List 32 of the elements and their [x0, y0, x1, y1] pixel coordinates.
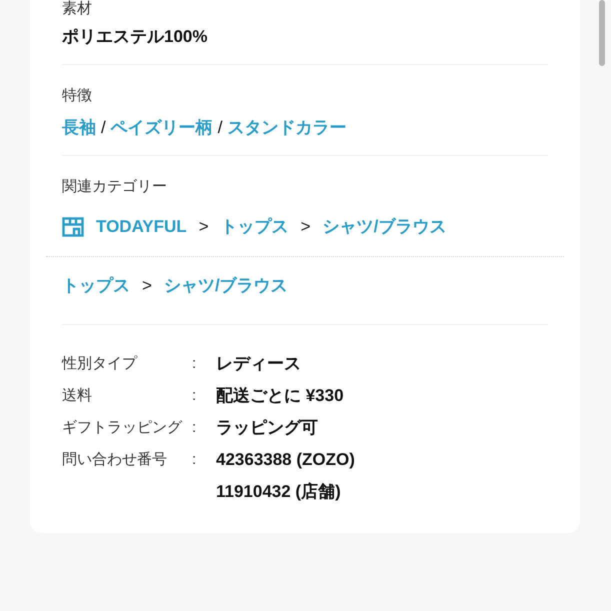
feature-link[interactable]: スタンドカラー: [227, 115, 346, 140]
category-link[interactable]: トップス: [220, 214, 289, 240]
category-link[interactable]: シャツ/ブラウス: [164, 272, 288, 298]
material-value: ポリエステル100%: [62, 26, 208, 48]
feature-link[interactable]: 長袖: [62, 115, 96, 140]
section-label: 素材: [62, 0, 93, 18]
spec-colon: :: [192, 354, 198, 374]
feature-separator: /: [101, 117, 106, 139]
feature-link[interactable]: ペイズリー柄: [110, 115, 213, 140]
breadcrumb-separator: >: [142, 274, 152, 296]
spec-colon: :: [192, 418, 198, 438]
spec-label: ギフトラッピング: [62, 418, 184, 438]
scrollbar-thumb[interactable]: [599, 0, 605, 66]
spec-label: 問い合わせ番号: [62, 450, 168, 470]
spec-value: 11910432 (店舗): [216, 481, 342, 503]
feature-separator: /: [218, 117, 222, 139]
spec-colon: :: [192, 386, 198, 406]
spec-value: 配送ごとに ¥330: [216, 385, 344, 407]
spec-value: レディース: [216, 353, 301, 375]
spec-value: 42363388 (ZOZO): [216, 449, 355, 471]
category-link[interactable]: TODAYFUL: [96, 214, 187, 240]
spec-label: 性別タイプ: [62, 354, 138, 374]
storefront-icon: [62, 216, 84, 237]
spec-label: 送料: [62, 386, 93, 406]
section-label: 関連カテゴリー: [62, 176, 168, 196]
breadcrumb-separator: >: [300, 216, 311, 238]
spec-colon: :: [192, 450, 198, 470]
section-label: 特徴: [62, 86, 93, 106]
breadcrumb-separator: >: [198, 216, 209, 238]
category-link[interactable]: シャツ/ブラウス: [322, 214, 446, 240]
category-link[interactable]: トップス: [62, 272, 130, 298]
spec-value: ラッピング可: [216, 417, 318, 439]
